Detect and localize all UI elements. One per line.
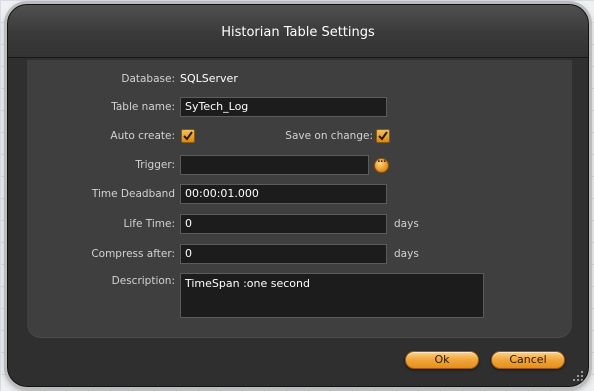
dialog-title: Historian Table Settings [221,25,375,40]
auto-create-checkbox[interactable] [181,129,195,143]
dialog-titlebar[interactable]: Historian Table Settings [8,5,588,58]
checkmark-icon [183,131,193,141]
life-time-units: days [394,218,419,230]
save-on-change-label: Save on change: [285,130,373,142]
ellipsis-browse-icon: ... [377,155,386,165]
trigger-browse-button[interactable]: ... [374,155,389,173]
ok-button[interactable]: Ok [405,351,479,369]
life-time-label: Life Time: [123,218,176,230]
description-label: Description: [111,275,175,287]
time-deadband-label: Time Deadband [91,188,175,200]
checkmark-icon [378,131,388,141]
resize-grip-icon[interactable] [571,369,585,383]
database-value: SQLServer [180,72,238,85]
settings-panel: Database: SQLServer Table name: SyTech_L… [27,60,572,338]
trigger-input[interactable] [180,155,369,175]
database-label: Database: [121,73,175,85]
compress-after-label: Compress after: [91,248,175,260]
historian-table-settings-dialog: Historian Table Settings Database: SQLSe… [7,4,589,387]
life-time-input[interactable]: 0 [180,214,387,234]
cancel-button[interactable]: Cancel [491,351,565,369]
table-name-label: Table name: [111,101,175,113]
table-name-input[interactable]: SyTech_Log [180,97,387,117]
description-textarea[interactable]: TimeSpan :one second [180,273,484,318]
save-on-change-checkbox[interactable] [376,129,390,143]
compress-after-input[interactable]: 0 [180,244,387,264]
time-deadband-input[interactable]: 00:00:01.000 [180,184,387,204]
compress-after-units: days [394,248,419,260]
trigger-label: Trigger: [135,159,175,171]
auto-create-label: Auto create: [110,130,175,142]
